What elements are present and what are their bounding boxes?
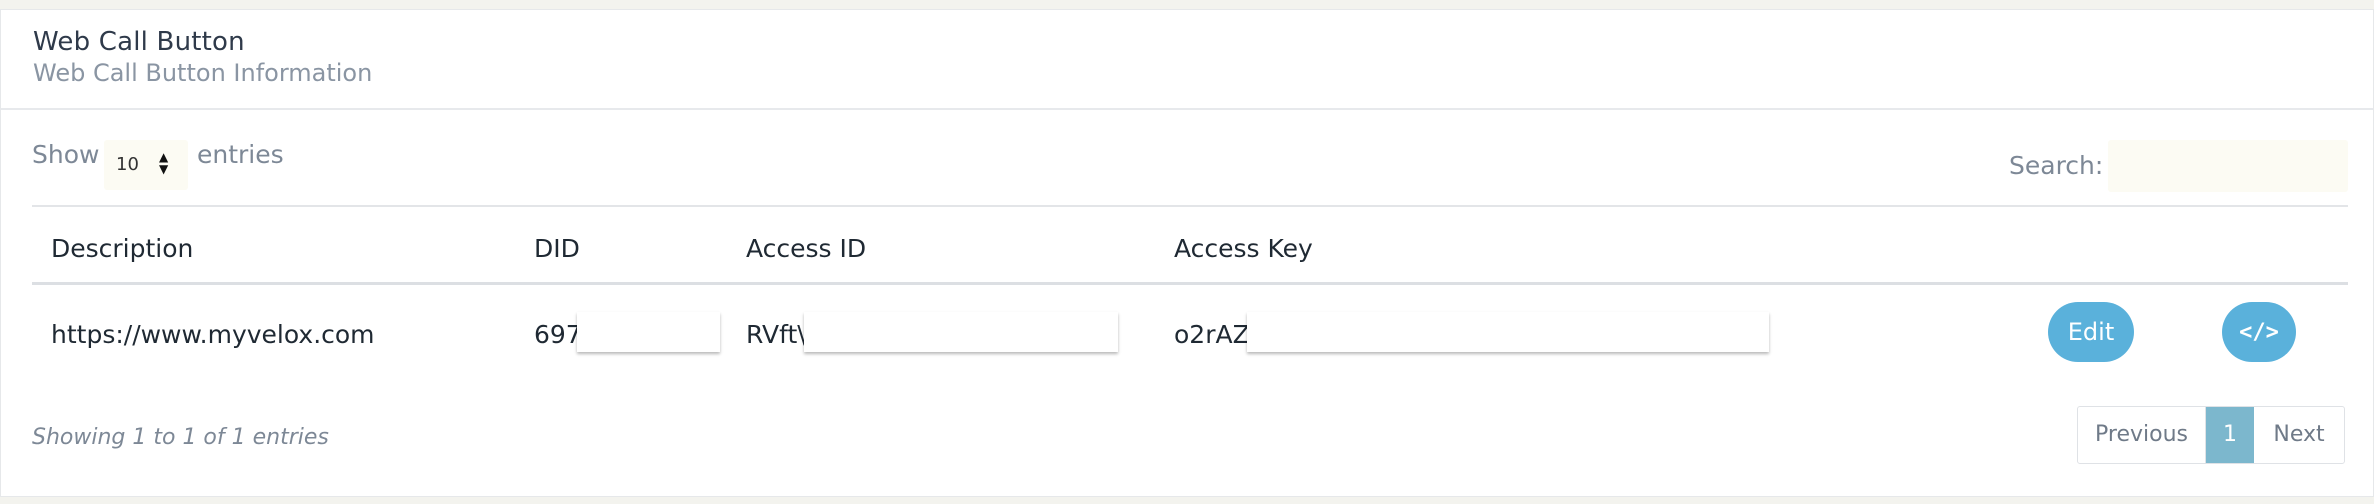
did-redaction — [577, 312, 720, 352]
cell-did: 697 — [534, 320, 582, 349]
column-header-access-id[interactable]: Access ID — [746, 234, 866, 263]
entries-label: entries — [197, 140, 284, 169]
edit-button[interactable]: Edit — [2048, 302, 2134, 362]
card-header: Web Call Button Web Call Button Informat… — [1, 10, 2373, 110]
access-key-redaction — [1247, 312, 1769, 352]
next-page-button[interactable]: Next — [2254, 407, 2344, 463]
search-label: Search: — [2009, 151, 2104, 180]
page-length-value: 10 — [116, 154, 139, 175]
cell-access-id: RVft\ — [746, 320, 806, 349]
table-header: Description DID Access ID Access Key — [32, 205, 2348, 285]
select-updown-icon: ▲ ▼ — [159, 150, 169, 176]
previous-page-button[interactable]: Previous — [2078, 407, 2206, 463]
search-input[interactable] — [2108, 140, 2348, 192]
page-subtitle: Web Call Button Information — [33, 59, 373, 87]
cell-description: https://www.myvelox.com — [51, 320, 375, 349]
page-length-select[interactable]: 10 ▲ ▼ — [104, 140, 188, 190]
web-call-button-table: Description DID Access ID Access Key htt… — [32, 205, 2348, 385]
column-header-did[interactable]: DID — [534, 234, 580, 263]
page-title: Web Call Button — [33, 27, 245, 57]
show-label: Show — [32, 140, 100, 169]
cell-access-key: o2rAZ — [1174, 320, 1250, 349]
column-header-description[interactable]: Description — [51, 234, 193, 263]
column-header-access-key[interactable]: Access Key — [1174, 234, 1313, 263]
access-id-redaction — [804, 312, 1118, 352]
table-info: Showing 1 to 1 of 1 entries — [32, 425, 329, 450]
pagination: Previous 1 Next — [2077, 406, 2345, 464]
table-row: https://www.myvelox.com 697 RVft\ o2rAZ … — [32, 285, 2348, 385]
code-icon: </> — [2239, 319, 2279, 345]
embed-code-button[interactable]: </> — [2222, 302, 2296, 362]
page-1-button[interactable]: 1 — [2206, 407, 2254, 463]
